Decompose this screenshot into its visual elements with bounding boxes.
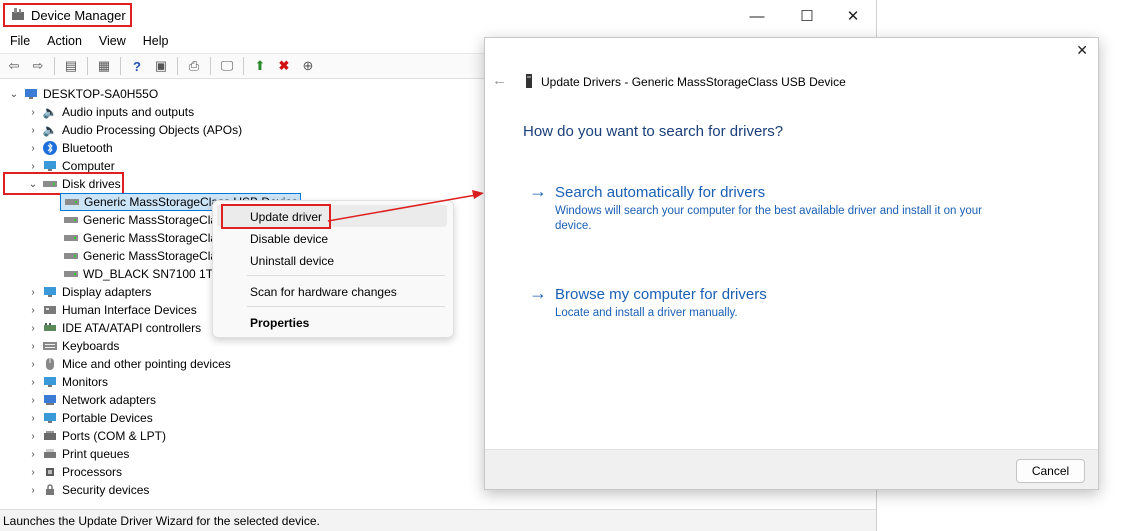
arrow-right-icon[interactable]: →: [529, 283, 547, 304]
back-arrow-icon[interactable]: ←: [492, 72, 507, 89]
dialog-header: Update Drivers - Generic MassStorageClas…: [541, 75, 846, 89]
browse-computer-desc[interactable]: Locate and install a driver manually.: [555, 306, 995, 321]
usb-device-icon: [525, 74, 533, 91]
update-drivers-dialog: ✕ ← Update Drivers - Generic MassStorage…: [484, 37, 1099, 490]
dialog-question: How do you want to search for drivers?: [523, 123, 784, 140]
dialog-close-icon[interactable]: ✕: [1076, 42, 1088, 59]
cancel-button[interactable]: Cancel: [1016, 459, 1085, 483]
search-automatically-option[interactable]: Search automatically for drivers: [555, 184, 765, 201]
dialog-footer: Cancel: [485, 449, 1098, 489]
browse-computer-option[interactable]: Browse my computer for drivers: [555, 286, 767, 303]
arrow-right-icon[interactable]: →: [529, 181, 547, 202]
search-automatically-desc[interactable]: Windows will search your computer for th…: [555, 204, 995, 234]
